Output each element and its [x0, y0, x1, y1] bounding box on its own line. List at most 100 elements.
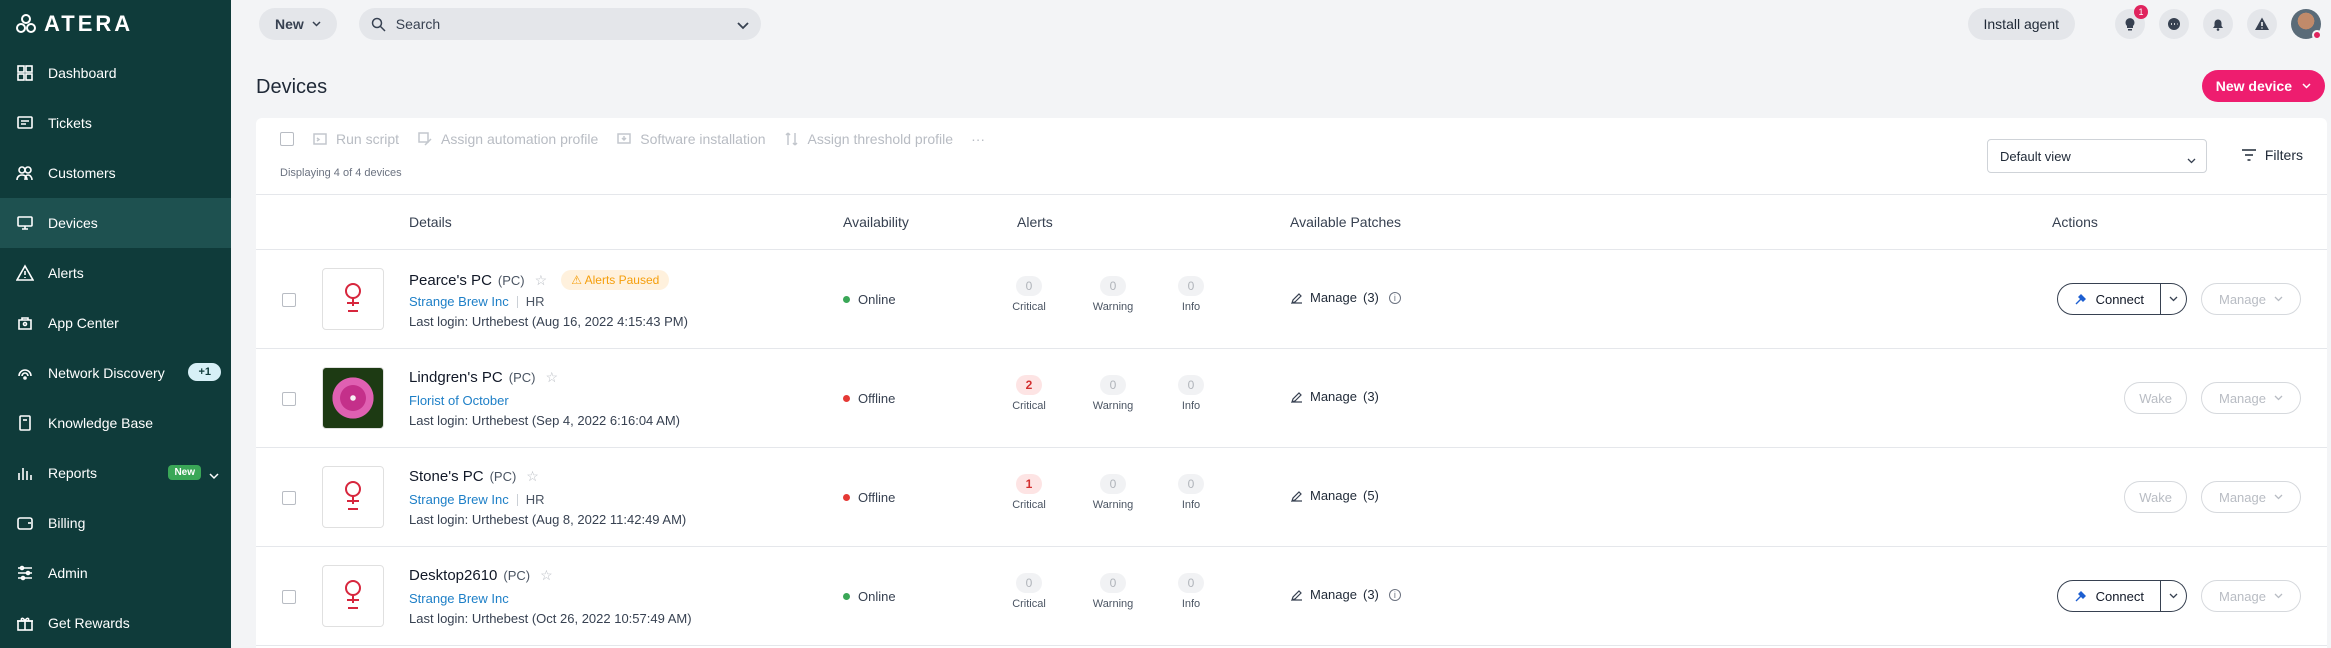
- row-checkbox[interactable]: [282, 293, 296, 307]
- alert-info[interactable]: 0 Info: [1166, 573, 1216, 610]
- bell-icon[interactable]: [2203, 9, 2233, 39]
- sidebar-item-label: Reports: [48, 465, 98, 481]
- assign-threshold-button[interactable]: Assign threshold profile: [784, 131, 953, 147]
- device-type: (PC): [508, 370, 536, 385]
- sidebar-item-devices[interactable]: Devices: [0, 198, 231, 248]
- manage-label: Manage: [1310, 389, 1357, 404]
- software-installation-button[interactable]: Software installation: [616, 131, 766, 147]
- connect-button[interactable]: Connect: [2056, 580, 2161, 612]
- patches-manage[interactable]: Manage (5): [1290, 488, 1379, 503]
- alert-info[interactable]: 0 Info: [1166, 375, 1216, 412]
- info-count: 0: [1178, 573, 1204, 593]
- connect-dropdown-button[interactable]: [2161, 283, 2187, 315]
- more-actions-button[interactable]: ···: [971, 131, 985, 147]
- row-checkbox[interactable]: [282, 491, 296, 505]
- warning-label: Warning: [1092, 598, 1134, 610]
- device-customer: Strange Brew Inc HR: [409, 492, 545, 507]
- alert-warning[interactable]: 0 Warning: [1088, 573, 1138, 610]
- folder-name: HR: [525, 294, 545, 309]
- alert-info[interactable]: 0 Info: [1166, 276, 1216, 313]
- sidebar-item-billing[interactable]: Billing: [0, 498, 231, 548]
- device-name-text: Lindgren's PC: [409, 369, 503, 386]
- wake-button[interactable]: Wake: [2124, 481, 2187, 513]
- star-icon[interactable]: ☆: [535, 272, 548, 289]
- manage-button[interactable]: Manage: [2201, 481, 2301, 513]
- sidebar-item-admin[interactable]: Admin: [0, 548, 231, 598]
- sidebar-item-knowledge-base[interactable]: Knowledge Base: [0, 398, 231, 448]
- atera-logo[interactable]: ATERA: [0, 0, 231, 48]
- warning-count: 0: [1100, 375, 1126, 395]
- threshold-icon: [785, 132, 798, 146]
- warning-label: Warning: [1092, 301, 1134, 313]
- device-name-text: Stone's PC: [409, 468, 484, 485]
- customer-link[interactable]: Strange Brew Inc: [409, 591, 509, 606]
- alert-warning[interactable]: 0 Warning: [1088, 474, 1138, 511]
- device-name[interactable]: Desktop2610 (PC) ☆: [409, 567, 553, 584]
- table-row[interactable]: Pearce's PC (PC) ☆ ⚠ Alerts Paused Stran…: [256, 250, 2327, 349]
- alert-critical[interactable]: 1 Critical: [1004, 474, 1054, 511]
- device-name[interactable]: Pearce's PC (PC) ☆ ⚠ Alerts Paused: [409, 270, 670, 290]
- row-checkbox[interactable]: [282, 590, 296, 604]
- alerts-paused-badge: ⚠ Alerts Paused: [561, 270, 670, 290]
- chevron-down-icon[interactable]: [737, 17, 749, 33]
- critical-label: Critical: [1012, 499, 1046, 511]
- manage-button[interactable]: Manage: [2201, 382, 2301, 414]
- info-icon[interactable]: i: [1388, 291, 1401, 304]
- sidebar-item-tickets[interactable]: Tickets: [0, 98, 231, 148]
- manage-button[interactable]: Manage: [2201, 580, 2301, 612]
- new-device-button[interactable]: New device: [2201, 70, 2325, 102]
- install-agent-button[interactable]: Install agent: [1967, 8, 2075, 40]
- connect-button[interactable]: Connect: [2056, 283, 2161, 315]
- connect-dropdown-button[interactable]: [2161, 580, 2187, 612]
- warning-label: Warning: [1092, 499, 1134, 511]
- table-row[interactable]: Stone's PC (PC) ☆ Strange Brew Inc HR La…: [256, 448, 2327, 547]
- select-all-checkbox[interactable]: [280, 132, 294, 146]
- sidebar-item-network-discovery[interactable]: Network Discovery +1: [0, 348, 231, 398]
- sidebar-item-label: Get Rewards: [48, 615, 130, 631]
- assign-automation-button[interactable]: Assign automation profile: [417, 131, 598, 147]
- alert-info[interactable]: 0 Info: [1166, 474, 1216, 511]
- search-input[interactable]: Search: [358, 8, 761, 40]
- sidebar-item-app-center[interactable]: App Center: [0, 298, 231, 348]
- sidebar-item-customers[interactable]: Customers: [0, 148, 231, 198]
- chevron-down-icon[interactable]: [209, 467, 219, 483]
- patches-manage[interactable]: Manage (3) i: [1290, 587, 1401, 602]
- table-row[interactable]: Desktop2610 (PC) ☆ Strange Brew Inc Last…: [256, 547, 2327, 646]
- star-icon[interactable]: ☆: [545, 369, 558, 386]
- wake-button[interactable]: Wake: [2124, 382, 2187, 414]
- patches-manage[interactable]: Manage (3): [1290, 389, 1379, 404]
- row-checkbox[interactable]: [282, 392, 296, 406]
- alert-critical[interactable]: 0 Critical: [1004, 573, 1054, 610]
- new-button[interactable]: New: [259, 8, 337, 40]
- warning-icon[interactable]: [2247, 9, 2277, 39]
- customer-link[interactable]: Strange Brew Inc: [409, 294, 509, 309]
- customer-link[interactable]: Florist of October: [409, 393, 509, 408]
- table-row[interactable]: Lindgren's PC (PC) ☆ Florist of October …: [256, 349, 2327, 448]
- customer-link[interactable]: Strange Brew Inc: [409, 492, 509, 507]
- device-name[interactable]: Lindgren's PC (PC) ☆: [409, 369, 558, 386]
- sidebar-item-alerts[interactable]: Alerts: [0, 248, 231, 298]
- sidebar-item-label: Customers: [48, 165, 116, 181]
- sidebar-item-dashboard[interactable]: Dashboard: [0, 48, 231, 98]
- alert-critical[interactable]: 0 Critical: [1004, 276, 1054, 313]
- chat-icon[interactable]: [2159, 9, 2189, 39]
- info-icon[interactable]: i: [1388, 588, 1401, 601]
- sidebar-item-get-rewards[interactable]: Get Rewards: [0, 598, 231, 648]
- alert-critical[interactable]: 2 Critical: [1004, 375, 1054, 412]
- avatar[interactable]: [2291, 9, 2322, 40]
- bulk-toolbar: Run script Assign automation profile Sof…: [280, 131, 985, 147]
- star-icon[interactable]: ☆: [526, 468, 539, 485]
- manage-button[interactable]: Manage: [2201, 283, 2301, 315]
- lightbulb-icon[interactable]: 1: [2115, 5, 2148, 39]
- star-icon[interactable]: ☆: [540, 567, 553, 584]
- filters-button[interactable]: Filters: [2241, 147, 2303, 163]
- network-discovery-count: +1: [188, 363, 221, 381]
- sidebar-item-reports[interactable]: Reports New: [0, 448, 231, 498]
- device-name[interactable]: Stone's PC (PC) ☆: [409, 468, 539, 485]
- header-actions: Actions: [2052, 214, 2098, 230]
- view-select[interactable]: Default view: [1987, 139, 2207, 173]
- alert-warning[interactable]: 0 Warning: [1088, 375, 1138, 412]
- alert-warning[interactable]: 0 Warning: [1088, 276, 1138, 313]
- run-script-button[interactable]: Run script: [312, 131, 399, 147]
- patches-manage[interactable]: Manage (3) i: [1290, 290, 1401, 305]
